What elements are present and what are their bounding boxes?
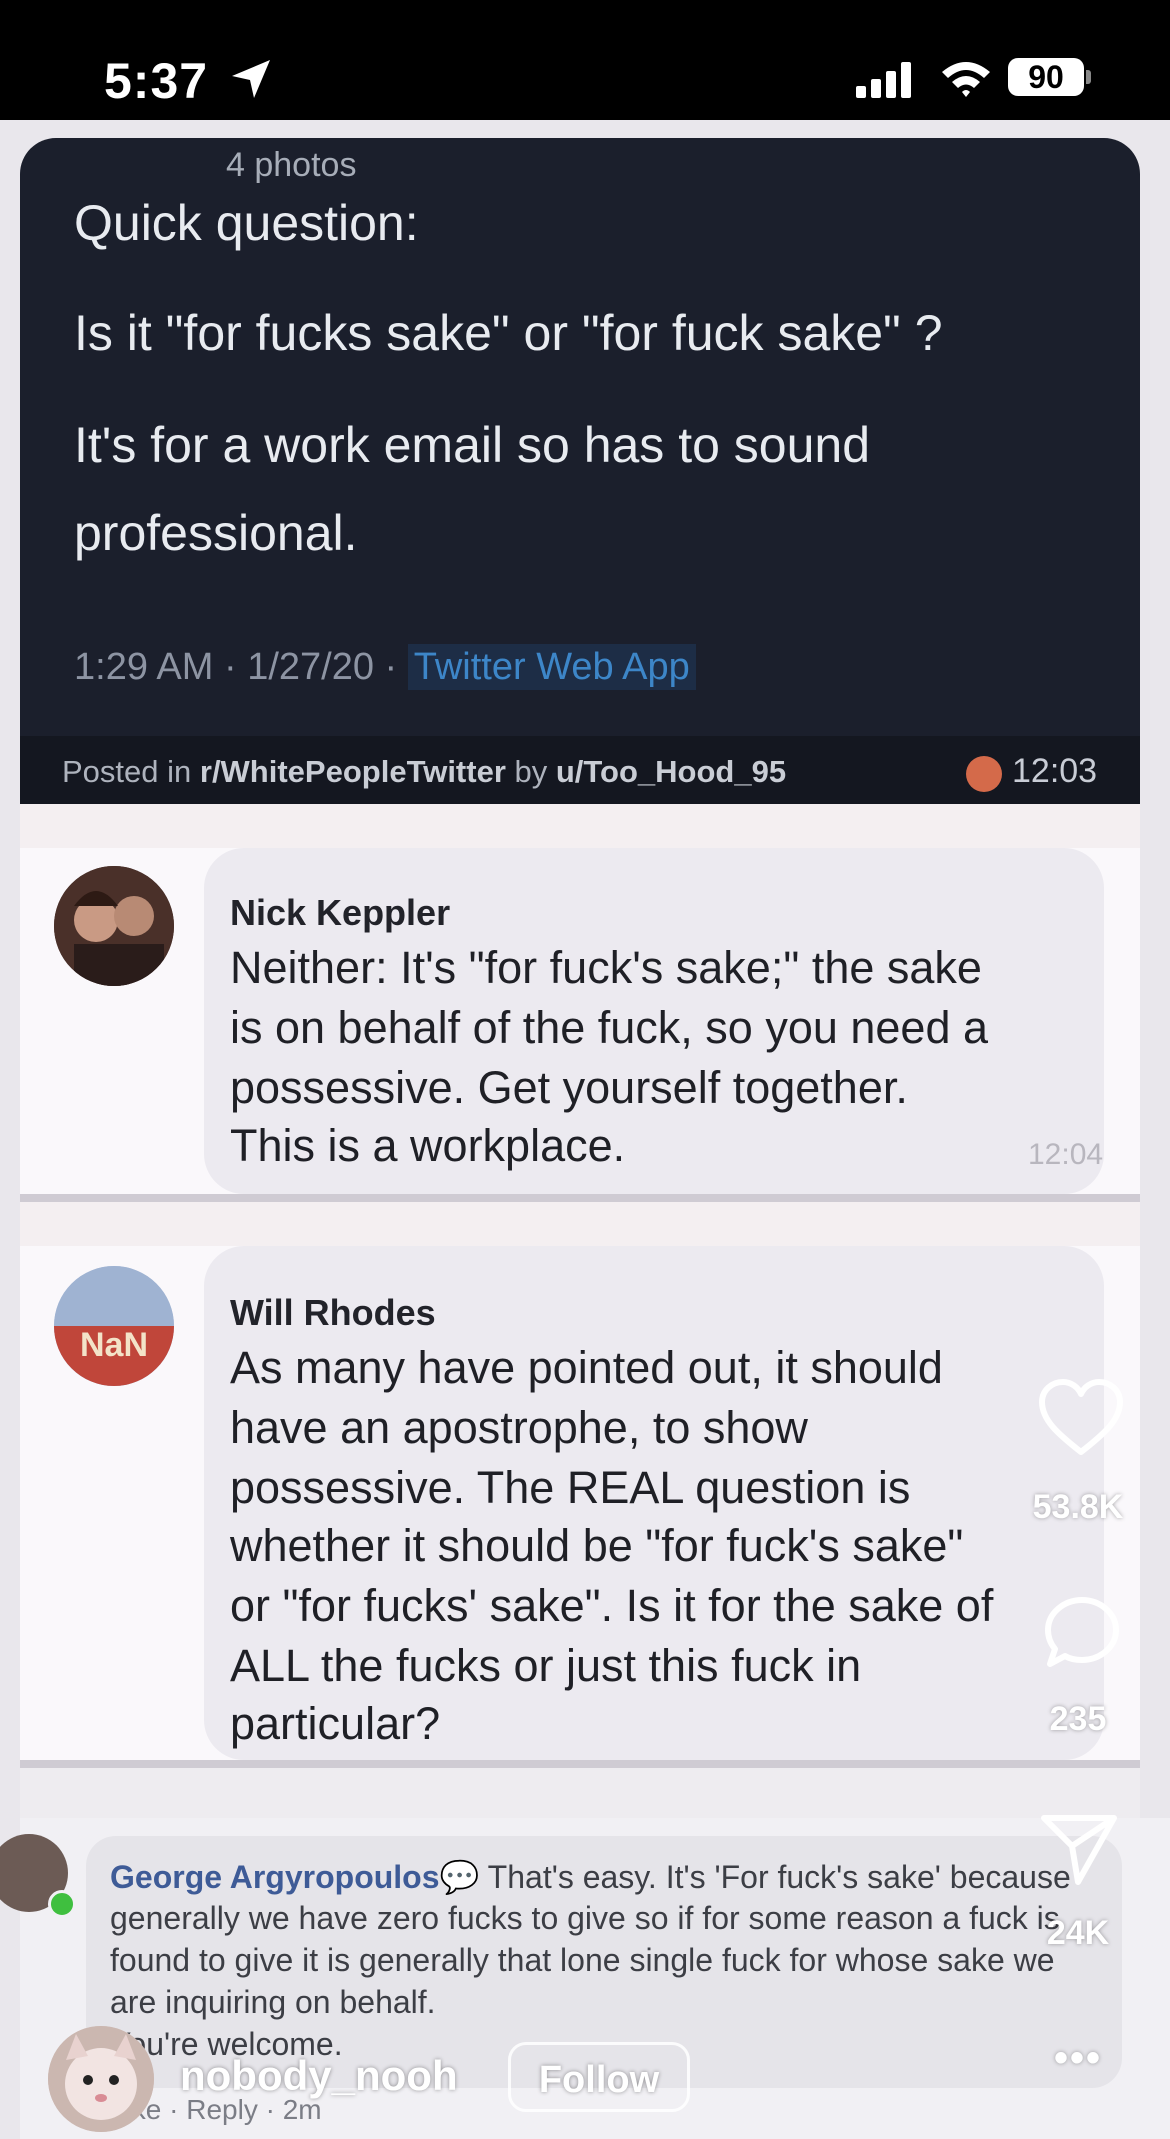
avatar[interactable]: NaN bbox=[54, 1266, 174, 1386]
online-status-dot bbox=[48, 1890, 76, 1918]
speech-bubble-icon: 💬 bbox=[439, 1859, 480, 1895]
comment-text-line: is on behalf of the fuck, so you need a bbox=[230, 1002, 989, 1053]
author-link[interactable]: u/Too_Hood_95 bbox=[556, 754, 786, 789]
avatar-photo bbox=[54, 866, 174, 986]
fb-comment-first-line: George Argyropoulos💬 That's easy. It's '… bbox=[110, 1859, 1071, 1895]
comment-text-line: or "for fucks' sake". Is it for the sake… bbox=[230, 1580, 994, 1631]
fb-comment-text-line: generally we have zero fucks to give so … bbox=[110, 1900, 1060, 1936]
comment-count: 235 bbox=[1049, 1700, 1107, 1738]
comment-text-line: possessive. The REAL question is bbox=[230, 1462, 911, 1513]
comment-text-line: As many have pointed out, it should bbox=[230, 1342, 943, 1393]
comment-text-line: Neither: It's "for fuck's sake;" the sak… bbox=[230, 942, 982, 993]
tweet-text-line: It's for a work email so has to sound bbox=[74, 417, 871, 473]
divider-band bbox=[20, 804, 1140, 848]
avatar[interactable] bbox=[54, 866, 174, 986]
panel-shadow bbox=[20, 1194, 1140, 1202]
like-count: 53.8K bbox=[1032, 1488, 1124, 1526]
profile-avatar[interactable] bbox=[48, 2026, 154, 2132]
tweet-footer: Posted in r/WhitePeopleTwitter by u/Too_… bbox=[20, 736, 1140, 804]
comment-panel: Nick Keppler Neither: It's "for fuck's s… bbox=[20, 848, 1140, 1194]
comment-time: 12:04 bbox=[1028, 1138, 1104, 1171]
fb-comment-text-line: found to give it is generally that lone … bbox=[110, 1942, 1055, 1978]
battery-icon: 90 bbox=[1008, 58, 1084, 96]
tweet-timestamp: 1:29 AM · 1/27/20 · bbox=[74, 646, 408, 688]
profile-avatar-image bbox=[48, 2026, 154, 2132]
tweet-app-link[interactable]: Twitter Web App bbox=[407, 644, 696, 690]
author-username[interactable]: nobody_nooh bbox=[180, 2052, 458, 2100]
tweet-text-line: professional. bbox=[74, 505, 358, 561]
tweet-meta: 1:29 AM · 1/27/20 · Twitter Web App bbox=[74, 644, 696, 690]
cellular-signal-icon bbox=[856, 62, 911, 98]
share-icon[interactable] bbox=[1038, 1810, 1120, 1888]
tweet-text-line: Is it "for fucks sake" or "for fuck sake… bbox=[74, 305, 943, 361]
reaction-emoji-icon bbox=[966, 756, 1002, 792]
comment-text-line: ALL the fucks or just this fuck in bbox=[230, 1640, 862, 1691]
post-time: 12:03 bbox=[1012, 752, 1098, 790]
wifi-icon bbox=[942, 62, 990, 97]
tweet-card: 4 photos Quick question: Is it "for fuck… bbox=[20, 138, 1140, 804]
svg-text:NaN: NaN bbox=[80, 1326, 148, 1364]
tweet-photos-label: 4 photos bbox=[226, 146, 357, 184]
status-bar: 5:37 90 bbox=[0, 0, 1170, 120]
tweet-text-line: Quick question: bbox=[74, 195, 419, 251]
share-count: 24K bbox=[1046, 1914, 1110, 1952]
posted-in-line: Posted in r/WhitePeopleTwitter by u/Too_… bbox=[62, 754, 787, 789]
subreddit-link[interactable]: r/WhitePeopleTwitter bbox=[200, 754, 506, 789]
comment-text-line: particular? bbox=[230, 1698, 441, 1749]
location-arrow-icon bbox=[232, 60, 270, 98]
comment-text-line: whether it should be "for fuck's sake" bbox=[230, 1520, 964, 1571]
panel-shadow bbox=[20, 1760, 1140, 1768]
comment-icon[interactable] bbox=[1042, 1594, 1122, 1672]
battery-tip bbox=[1086, 70, 1091, 84]
more-options-icon[interactable]: ••• bbox=[1054, 2036, 1102, 2081]
comment-text-line: This is a workplace. bbox=[230, 1120, 626, 1171]
fb-comment-author[interactable]: George Argyropoulos bbox=[110, 1859, 440, 1895]
comment-author[interactable]: Nick Keppler bbox=[230, 892, 450, 934]
comment-panel: NaN Will Rhodes As many have pointed out… bbox=[20, 1246, 1140, 1760]
avatar-photo: NaN bbox=[54, 1266, 174, 1386]
divider-band bbox=[20, 1768, 1140, 1818]
status-time: 5:37 bbox=[104, 53, 209, 109]
follow-button[interactable]: Follow bbox=[508, 2042, 690, 2112]
comment-author[interactable]: Will Rhodes bbox=[230, 1292, 436, 1334]
fb-comment-text-line: are inquiring on behalf. bbox=[110, 1984, 436, 2020]
comment-text-line: have an apostrophe, to show bbox=[230, 1402, 808, 1453]
heart-icon[interactable] bbox=[1038, 1378, 1124, 1456]
divider-band bbox=[20, 1202, 1140, 1246]
comment-text-line: possessive. Get yourself together. bbox=[230, 1062, 908, 1113]
